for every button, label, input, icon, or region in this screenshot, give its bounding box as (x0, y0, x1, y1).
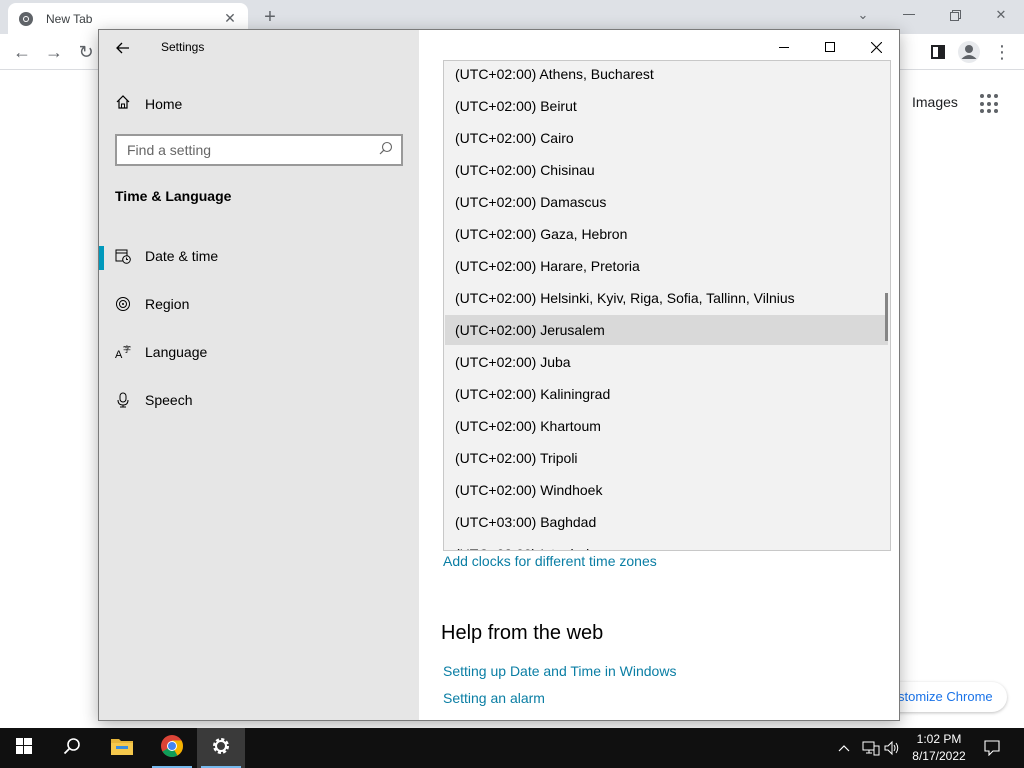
home-label: Home (145, 96, 183, 112)
chrome-close-button[interactable]: ✕ (978, 0, 1024, 30)
reload-icon[interactable]: ↻ (74, 40, 98, 64)
nav-item-region[interactable]: Region (99, 286, 419, 322)
tab-title: New Tab (46, 11, 93, 26)
timezone-option[interactable]: (UTC+02:00) Athens, Bucharest (445, 61, 888, 89)
timezone-option[interactable]: (UTC+02:00) Beirut (445, 91, 888, 121)
globe-icon (115, 296, 131, 312)
search-icon (63, 737, 81, 760)
scrollbar-thumb[interactable] (885, 293, 888, 341)
minimize-button[interactable] (764, 34, 804, 60)
back-arrow-icon[interactable] (113, 38, 133, 58)
nav-item-label: Date & time (145, 248, 219, 264)
timezone-option[interactable]: (UTC+02:00) Gaza, Hebron (445, 219, 888, 249)
add-clocks-link[interactable]: Add clocks for different time zones (443, 553, 657, 569)
windows-logo-icon (16, 737, 32, 759)
settings-content-pane: (UTC+02:00) Athens, Bucharest (UTC+02:00… (419, 30, 899, 720)
timezone-option[interactable]: (UTC+02:00) Kaliningrad (445, 379, 888, 409)
nav-item-date-time[interactable]: Date & time (99, 238, 419, 274)
timezone-option[interactable]: (UTC+02:00) Chisinau (445, 155, 888, 185)
start-button[interactable] (0, 728, 48, 768)
notification-icon[interactable] (982, 738, 1002, 758)
folder-icon (111, 737, 133, 760)
timezone-option-highlighted[interactable]: (UTC+02:00) Jerusalem (445, 315, 888, 345)
timezone-option[interactable]: (UTC+02:00) Tripoli (445, 443, 888, 473)
settings-taskbar-button[interactable] (197, 728, 245, 768)
home-nav-item[interactable]: Home (115, 94, 182, 114)
images-link[interactable]: Images (912, 94, 958, 110)
svg-text:A: A (115, 349, 123, 360)
timezone-option[interactable]: (UTC+02:00) Juba (445, 347, 888, 377)
nav-item-label: Language (145, 344, 208, 360)
chrome-restore-button[interactable] (932, 0, 978, 30)
profile-avatar-icon[interactable] (957, 40, 981, 64)
google-apps-icon[interactable] (980, 94, 1000, 114)
tab-search-icon[interactable]: ⌄ (840, 0, 886, 30)
taskbar-clock[interactable]: 1:02 PM 8/17/2022 (900, 731, 978, 765)
close-button[interactable] (856, 34, 896, 60)
chrome-minimize-button[interactable] (886, 0, 932, 30)
timezone-option[interactable]: (UTC+02:00) Harare, Pretoria (445, 251, 888, 281)
settings-nav-pane: Settings Home Time & Language Date & tim… (99, 30, 419, 720)
svg-text:字: 字 (123, 344, 131, 354)
search-button[interactable] (48, 728, 96, 768)
network-icon[interactable] (862, 738, 880, 758)
clock-time: 1:02 PM (916, 732, 962, 746)
timezone-dropdown-list[interactable]: (UTC+02:00) Athens, Bucharest (UTC+02:00… (443, 60, 891, 551)
nav-item-language[interactable]: A字 Language (99, 334, 419, 370)
timezone-option[interactable]: (UTC+03:00) Baghdad (445, 507, 888, 537)
new-tab-button[interactable]: + (258, 5, 282, 29)
help-link-date-time[interactable]: Setting up Date and Time in Windows (443, 663, 676, 679)
search-icon[interactable] (379, 141, 393, 160)
timezone-option[interactable]: (UTC+02:00) Khartoum (445, 411, 888, 441)
timezone-option[interactable]: (UTC+03:00) Istanbul (445, 539, 888, 550)
chrome-favicon-icon (18, 11, 34, 27)
back-arrow-icon[interactable]: ← (10, 40, 34, 64)
clock-date: 8/17/2022 (912, 749, 966, 763)
volume-icon[interactable] (884, 738, 900, 758)
home-icon (115, 94, 131, 115)
timezone-option[interactable]: (UTC+02:00) Windhoek (445, 475, 888, 505)
nav-item-speech[interactable]: Speech (99, 382, 419, 418)
settings-window: Settings Home Time & Language Date & tim… (98, 29, 900, 721)
gear-icon (211, 736, 231, 761)
file-explorer-button[interactable] (98, 728, 146, 768)
timezone-option[interactable]: (UTC+02:00) Damascus (445, 187, 888, 217)
help-link-alarm[interactable]: Setting an alarm (443, 690, 545, 706)
forward-arrow-icon[interactable]: → (42, 40, 66, 64)
maximize-button[interactable] (810, 34, 850, 60)
tab-close-icon[interactable]: ✕ (222, 10, 238, 27)
language-icon: A字 (115, 344, 131, 360)
help-section-title: Help from the web (441, 622, 604, 644)
side-panel-icon[interactable] (926, 40, 950, 64)
search-input[interactable] (127, 142, 379, 158)
chrome-taskbar-button[interactable] (148, 728, 196, 768)
microphone-icon (115, 392, 131, 408)
chrome-menu-icon[interactable]: ⋮ (990, 40, 1014, 64)
section-title: Time & Language (115, 188, 232, 204)
timezone-option[interactable]: (UTC+02:00) Cairo (445, 123, 888, 153)
window-title: Settings (161, 40, 205, 54)
taskbar: 1:02 PM 8/17/2022 (0, 728, 1024, 768)
chevron-up-icon[interactable] (838, 738, 850, 758)
find-setting-search-box[interactable] (115, 134, 403, 166)
nav-item-label: Region (145, 296, 190, 312)
nav-item-label: Speech (145, 392, 193, 408)
calendar-clock-icon (115, 248, 131, 264)
chrome-icon (160, 734, 184, 763)
timezone-option[interactable]: (UTC+02:00) Helsinki, Kyiv, Riga, Sofia,… (445, 283, 888, 313)
